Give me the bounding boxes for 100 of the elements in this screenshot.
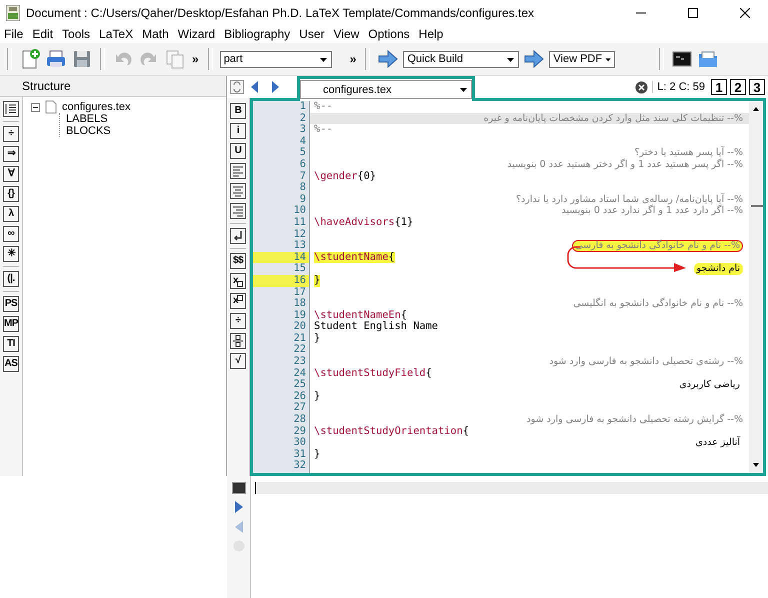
return-icon[interactable] bbox=[230, 228, 246, 244]
line-number: 21 bbox=[292, 332, 307, 344]
line-number: 19 bbox=[292, 310, 307, 321]
arrow-icon[interactable] bbox=[377, 48, 400, 70]
window-title: Document : C:/Users/Qaher/Desktop/Esfahan Ph.D. LaTeX Template/Commands/configures.tex bbox=[26, 6, 536, 20]
close-icon[interactable] bbox=[635, 80, 648, 94]
line-number: 14 bbox=[253, 252, 309, 264]
menu-item[interactable]: LaTeX bbox=[99, 27, 134, 41]
line-number: 5 bbox=[298, 147, 307, 159]
dropdown[interactable]: Quick Build bbox=[403, 50, 520, 68]
symbol-button[interactable]: PS bbox=[3, 296, 19, 312]
code-text: \studentName{ bbox=[314, 252, 395, 264]
menu-item[interactable]: Wizard bbox=[178, 27, 216, 41]
align-right-icon[interactable] bbox=[230, 203, 246, 219]
symbol-button[interactable]: λ bbox=[3, 206, 19, 222]
symbol-button[interactable]: B bbox=[230, 103, 246, 119]
scroll-up-icon[interactable] bbox=[752, 105, 760, 113]
code-comment: %-- نام و نام خانوادگی دانشجو به فارسی bbox=[572, 240, 743, 252]
arrow-icon[interactable] bbox=[523, 48, 546, 70]
menu-item[interactable]: Math bbox=[142, 27, 169, 41]
dropdown[interactable]: part bbox=[220, 50, 332, 68]
code-text: \haveAdvisors{1} bbox=[314, 216, 414, 229]
symbol-button[interactable]: ∞ bbox=[3, 226, 19, 242]
menu-item[interactable]: Tools bbox=[62, 27, 90, 41]
line-number: 2 bbox=[298, 112, 307, 124]
code-text: } bbox=[314, 274, 320, 286]
menu-item[interactable]: Edit bbox=[32, 27, 54, 41]
code-text: \studentStudyField{ bbox=[314, 368, 432, 380]
line-number: 1 bbox=[298, 101, 307, 113]
symbol-button[interactable]: $$ bbox=[230, 253, 246, 269]
line-number: 24 bbox=[292, 368, 307, 379]
message-field[interactable] bbox=[255, 482, 768, 494]
menu-item[interactable]: Bibliography bbox=[224, 27, 290, 41]
line-number: 17 bbox=[292, 286, 307, 298]
line-number: 27 bbox=[292, 402, 307, 414]
line-number: 20 bbox=[292, 321, 307, 333]
line-number: 6 bbox=[298, 158, 307, 171]
bookmark-button[interactable]: 1 bbox=[711, 79, 727, 95]
refresh-icon[interactable] bbox=[230, 80, 244, 94]
code-comment: %-- آیا پسر هستید یا دختر؟ bbox=[634, 147, 743, 158]
code-comment: %-- نام و نام خانوادگی دانشجو به انگلیسی bbox=[573, 298, 743, 310]
printer-icon[interactable] bbox=[45, 48, 67, 70]
cursor-position: L: 2 C: 59 bbox=[652, 81, 705, 93]
line-number: 13 bbox=[292, 240, 307, 252]
tree-item[interactable]: configures.tex bbox=[62, 101, 130, 113]
scrollbar[interactable] bbox=[749, 101, 763, 473]
code-comment: %-- رشته‌ی تحصیلی دانشجو به فارسی وارد شود bbox=[549, 356, 743, 368]
symbol-button[interactable]: MP bbox=[3, 316, 19, 332]
symbol-button[interactable]: AS bbox=[3, 356, 19, 372]
line-number: 10 bbox=[292, 205, 307, 217]
line-number: 12 bbox=[292, 228, 307, 240]
code-text: } bbox=[314, 332, 320, 344]
line-number: 3 bbox=[298, 124, 307, 136]
symbol-button[interactable]: (|. bbox=[3, 271, 19, 287]
file-dropdown[interactable]: configures.tex bbox=[300, 80, 472, 99]
line-number: 32 bbox=[292, 460, 307, 472]
align-center-icon[interactable] bbox=[230, 183, 246, 199]
symbol-button[interactable]: ✳ bbox=[3, 246, 19, 262]
app-icon bbox=[6, 4, 20, 20]
bookmark-button[interactable]: 3 bbox=[749, 79, 765, 95]
line-number: 28 bbox=[292, 414, 307, 426]
code-comment: %-- آیا پایان‌نامه/ رساله‌ی شما استاد مشاور دارد یا ندارد؟ bbox=[516, 194, 743, 205]
symbol-button[interactable]: U bbox=[230, 143, 246, 159]
tree-item[interactable]: LABELS bbox=[66, 113, 108, 125]
menu-item[interactable]: Help bbox=[418, 27, 444, 41]
terminal-icon[interactable] bbox=[232, 482, 246, 494]
collapse-icon[interactable] bbox=[31, 102, 40, 112]
align-left-icon[interactable] bbox=[230, 163, 246, 179]
line-number: 8 bbox=[298, 182, 307, 194]
dropdown[interactable]: View PDF bbox=[549, 50, 616, 68]
symbol-button[interactable]: ∀ bbox=[3, 166, 19, 182]
line-number: 25 bbox=[292, 379, 307, 391]
overflow-button[interactable]: » bbox=[190, 52, 201, 66]
symbol-button[interactable]: ÷ bbox=[230, 313, 246, 329]
symbol-button[interactable]: i bbox=[230, 123, 246, 139]
menu-item[interactable]: File bbox=[4, 27, 24, 41]
code-text: \gender{0} bbox=[314, 170, 376, 182]
symbol-button[interactable]: ⇒ bbox=[3, 146, 19, 162]
symbol-button[interactable]: √ bbox=[230, 353, 246, 369]
menu-item[interactable]: Options bbox=[368, 27, 410, 41]
bookmark-button[interactable]: 2 bbox=[730, 79, 746, 95]
code-comment: %-- bbox=[314, 124, 333, 136]
scroll-down-icon[interactable] bbox=[752, 461, 760, 469]
symbol-button[interactable]: TI bbox=[3, 336, 19, 352]
code-comment: %-- گرایش رشته تحصیلی دانشجو به فارسی وارد شود bbox=[526, 414, 743, 426]
file-icon bbox=[44, 100, 58, 114]
menu-item[interactable]: View bbox=[334, 27, 360, 41]
symbol-button[interactable]: {} bbox=[3, 186, 19, 202]
tree-item[interactable]: BLOCKS bbox=[66, 125, 111, 137]
code-comment: %-- اگر دارد عدد 1 و اگر ندارد عدد 0 بنویسید bbox=[561, 205, 743, 217]
next-icon[interactable] bbox=[232, 500, 244, 514]
overflow-button[interactable]: » bbox=[348, 52, 358, 66]
line-number: 15 bbox=[292, 263, 307, 275]
fraction-icon[interactable] bbox=[230, 333, 246, 349]
code-text: \studentStudyOrientation{ bbox=[314, 426, 469, 438]
symbol-button[interactable]: ÷ bbox=[3, 126, 19, 142]
code-text: } bbox=[314, 448, 320, 460]
line-number: 29 bbox=[292, 426, 307, 437]
menu-item[interactable]: User bbox=[299, 27, 324, 41]
list-icon[interactable] bbox=[3, 101, 19, 117]
